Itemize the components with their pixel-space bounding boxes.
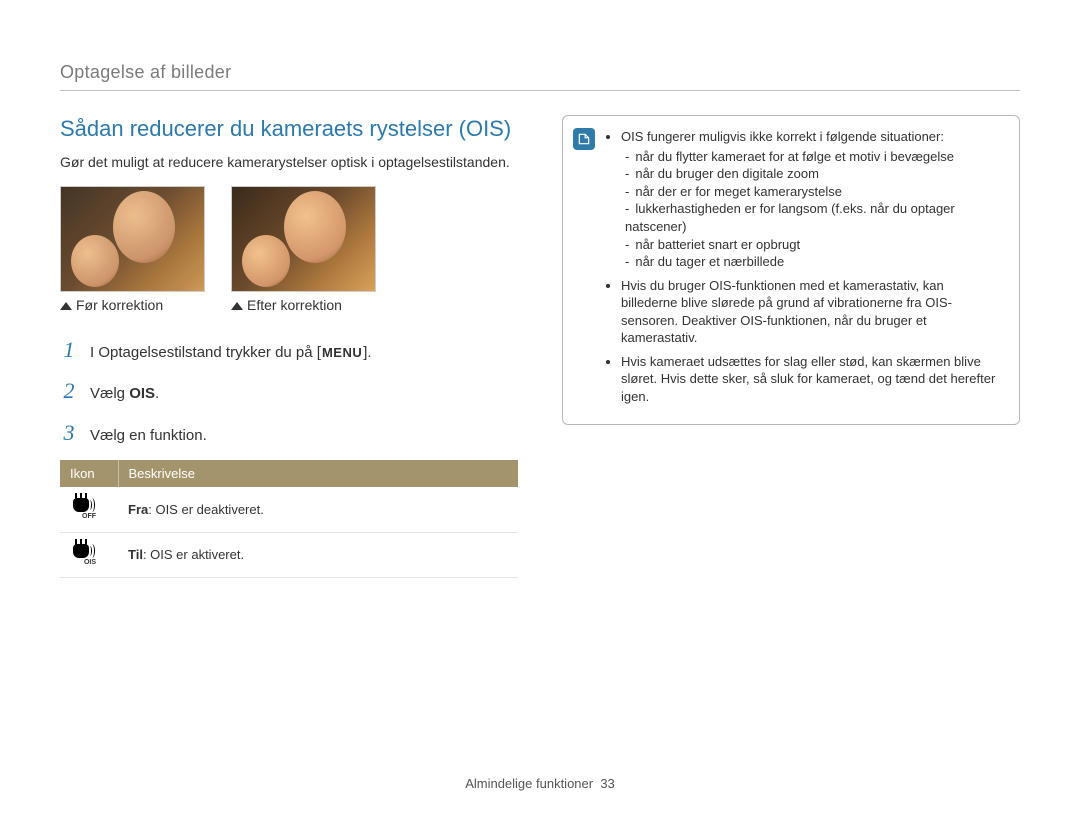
icon-cell: OFF [60, 487, 118, 532]
note-sub: når du flytter kameraet for at følge et … [625, 148, 1003, 166]
photo-after [231, 186, 376, 292]
note-icon [573, 128, 595, 150]
step-3: 3 Vælg en funktion. [60, 418, 518, 448]
section-intro: Gør det muligt at reducere kamerarystels… [60, 153, 518, 172]
options-table: Ikon Beskrivelse OFF Fra: OIS er [60, 460, 518, 579]
right-column: OIS fungerer muligvis ikke korrekt i føl… [562, 115, 1020, 578]
step-1: 1 I Optagelsestilstand trykker du på [ME… [60, 335, 518, 365]
section-title: Sådan reducerer du kameraets rystelser (… [60, 115, 518, 143]
step-2: 2 Vælg OIS. [60, 376, 518, 406]
page-number: 33 [600, 776, 614, 791]
note-sub: når du tager et nærbillede [625, 253, 1003, 271]
step-number: 3 [60, 418, 78, 448]
table-header-desc: Beskrivelse [118, 460, 518, 488]
photo-after-block: Efter korrektion [231, 186, 376, 315]
caption-after: Efter korrektion [231, 296, 376, 315]
note-sub: når du bruger den digitale zoom [625, 165, 1003, 183]
table-row: OFF Fra: OIS er deaktiveret. [60, 487, 518, 532]
manual-page: Optagelse af billeder Sådan reducerer du… [0, 0, 1080, 815]
photo-before-block: Før korrektion [60, 186, 205, 315]
step-list: 1 I Optagelsestilstand trykker du på [ME… [60, 335, 518, 448]
step-number: 1 [60, 335, 78, 365]
photo-before [60, 186, 205, 292]
menu-button-label: MENU [321, 344, 363, 362]
caption-before: Før korrektion [60, 296, 205, 315]
left-column: Sådan reducerer du kameraets rystelser (… [60, 115, 518, 578]
note-sub: når batteriet snart er opbrugt [625, 236, 1003, 254]
table-header-icon: Ikon [60, 460, 118, 488]
desc-cell: Til: OIS er aktiveret. [118, 532, 518, 578]
breadcrumb: Optagelse af billeder [60, 62, 231, 82]
triangle-up-icon [231, 302, 243, 310]
table-row: OIS Til: OIS er aktiveret. [60, 532, 518, 578]
icon-cell: OIS [60, 532, 118, 578]
note-box: OIS fungerer muligvis ikke korrekt i føl… [562, 115, 1020, 424]
note-bullet: Hvis du bruger OIS-funktionen med et kam… [621, 277, 1003, 347]
ois-off-icon: OFF [70, 495, 94, 519]
content-columns: Sådan reducerer du kameraets rystelser (… [60, 115, 1020, 578]
note-bullet: OIS fungerer muligvis ikke korrekt i føl… [621, 128, 1003, 270]
note-sub: lukkerhastigheden er for langsom (f.eks.… [625, 200, 1003, 235]
ois-on-icon: OIS [70, 541, 94, 565]
triangle-up-icon [60, 302, 72, 310]
comparison-photos: Før korrektion Efter korrektion [60, 186, 518, 315]
page-footer: Almindelige funktioner 33 [0, 775, 1080, 793]
desc-cell: Fra: OIS er deaktiveret. [118, 487, 518, 532]
page-header: Optagelse af billeder [60, 60, 1020, 91]
note-sub: når der er for meget kamerarystelse [625, 183, 1003, 201]
note-bullet: Hvis kameraet udsættes for slag eller st… [621, 353, 1003, 406]
step-number: 2 [60, 376, 78, 406]
